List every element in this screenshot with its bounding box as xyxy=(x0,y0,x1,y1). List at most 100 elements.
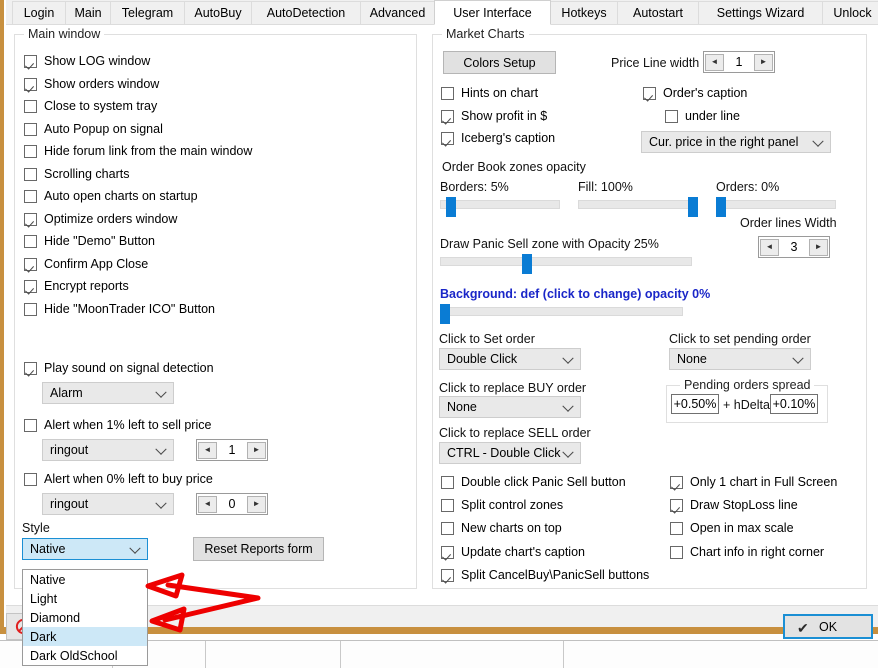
checkbox-orders-caption[interactable]: Order's caption xyxy=(643,85,747,102)
tab-login[interactable]: Login xyxy=(12,1,66,24)
slider-thumb[interactable] xyxy=(716,197,726,217)
style-option-label: Native xyxy=(30,572,66,587)
checkbox-hints-on-chart[interactable]: Hints on chart xyxy=(441,85,538,102)
tab-hotkeys[interactable]: Hotkeys xyxy=(550,1,618,24)
background-opacity-link[interactable]: Background: def (click to change) opacit… xyxy=(440,287,710,301)
slider-fill-opacity[interactable] xyxy=(578,197,698,217)
slider-orders-opacity[interactable] xyxy=(716,197,836,217)
checkbox-chart-info-in-right-corner[interactable]: Chart info in right corner xyxy=(670,544,824,561)
spinner-order-lines-width[interactable]: ◄ 3 ► xyxy=(758,236,830,258)
checkbox-box xyxy=(441,522,454,536)
spinner-decrement-button[interactable]: ◄ xyxy=(705,53,724,71)
style-option-label: Light xyxy=(30,591,58,606)
checkbox-label: Iceberg's caption xyxy=(461,131,556,145)
checkbox-show-log-window[interactable]: Show LOG window xyxy=(24,53,150,70)
checkbox-label: Show LOG window xyxy=(44,54,151,68)
tab-settings-wizard[interactable]: Settings Wizard xyxy=(698,1,823,24)
checkbox-box xyxy=(24,419,37,432)
checkbox-alert-1pct-left-to-sell-price[interactable]: Alert when 1% left to sell price xyxy=(24,417,211,434)
tab-advanced[interactable]: Advanced xyxy=(360,1,435,24)
tab-autodetection[interactable]: AutoDetection xyxy=(251,1,361,24)
click-pending-order-select[interactable]: None xyxy=(669,348,811,370)
slider-thumb[interactable] xyxy=(446,197,456,217)
tab-main[interactable]: Main xyxy=(65,1,111,24)
style-option-diamond[interactable]: Diamond xyxy=(23,608,147,627)
checkbox-auto-popup-on-signal[interactable]: Auto Popup on signal xyxy=(24,121,163,138)
checkbox-double-click-panic-sell-button[interactable]: Double click Panic Sell button xyxy=(441,474,626,491)
checkbox-split-cancelbuy-panicsell-buttons[interactable]: Split CancelBuy\PanicSell buttons xyxy=(441,567,649,584)
tab-user-interface[interactable]: User Interface xyxy=(434,0,551,25)
spinner-decrement-button[interactable]: ◄ xyxy=(760,238,779,256)
pending-spread-first-input[interactable]: +0.50% xyxy=(671,394,719,414)
checkbox-label: Hide "Demo" Button xyxy=(44,234,156,248)
checkbox-optimize-orders-window[interactable]: Optimize orders window xyxy=(24,211,177,228)
tab-autobuy[interactable]: AutoBuy xyxy=(184,1,252,24)
style-option-dark-oldschool[interactable]: Dark OldSchool xyxy=(23,646,147,665)
price-panel-select[interactable]: Cur. price in the right panel xyxy=(641,131,831,153)
colors-setup-button[interactable]: Colors Setup xyxy=(443,51,556,74)
sound-select-buy-alert[interactable]: ringout xyxy=(42,493,174,515)
spinner-price-line-width[interactable]: ◄ 1 ► xyxy=(703,51,775,73)
checkbox-scrolling-charts[interactable]: Scrolling charts xyxy=(24,166,129,183)
checkbox-update-chart-s-caption[interactable]: Update chart's caption xyxy=(441,544,585,561)
checkbox-close-to-system-tray[interactable]: Close to system tray xyxy=(24,98,157,115)
checkbox-new-charts-on-top[interactable]: New charts on top xyxy=(441,520,562,537)
slider-track xyxy=(716,200,836,209)
checkbox-label: Order's caption xyxy=(663,86,748,100)
slider-background-opacity[interactable] xyxy=(440,304,683,324)
sound-select-sell-alert[interactable]: ringout xyxy=(42,439,174,461)
sound-select-sell-alert-value: ringout xyxy=(50,443,89,457)
slider-panic-sell-opacity[interactable] xyxy=(440,254,692,274)
spinner-decrement-button[interactable]: ◄ xyxy=(198,495,217,513)
slider-track xyxy=(440,257,692,266)
slider-thumb[interactable] xyxy=(688,197,698,217)
slider-thumb[interactable] xyxy=(522,254,532,274)
spinner-increment-button[interactable]: ► xyxy=(247,441,266,459)
click-to-set-order-select[interactable]: Double Click xyxy=(439,348,581,370)
pending-spread-second-input[interactable]: +0.10% xyxy=(770,394,818,414)
spinner-decrement-button[interactable]: ◄ xyxy=(198,441,217,459)
checkbox-alert-0pct-left-to-buy-price[interactable]: Alert when 0% left to buy price xyxy=(24,471,213,488)
checkbox-play-sound-on-signal-detection[interactable]: Play sound on signal detection xyxy=(24,360,214,377)
checkbox-hide-forum-link-from-the-main-window[interactable]: Hide forum link from the main window xyxy=(24,143,252,160)
checkbox-iceberg-s-caption[interactable]: Iceberg's caption xyxy=(441,130,555,147)
checkbox-split-control-zones[interactable]: Split control zones xyxy=(441,497,563,514)
checkbox-confirm-app-close[interactable]: Confirm App Close xyxy=(24,256,148,273)
checkbox-open-in-max-scale[interactable]: Open in max scale xyxy=(670,520,794,537)
tab-telegram[interactable]: Telegram xyxy=(110,1,185,24)
style-label: Style xyxy=(22,521,50,535)
checkbox-only-1-chart-in-full-screen[interactable]: Only 1 chart in Full Screen xyxy=(670,474,837,491)
checkbox-hide-demo-button[interactable]: Hide "Demo" Button xyxy=(24,233,155,250)
checkbox-auto-open-charts-on-startup[interactable]: Auto open charts on startup xyxy=(24,188,198,205)
checkbox-show-orders-window[interactable]: Show orders window xyxy=(24,76,159,93)
style-option-light[interactable]: Light xyxy=(23,589,147,608)
reset-reports-form-button[interactable]: Reset Reports form xyxy=(193,537,324,561)
style-option-dark[interactable]: Dark xyxy=(23,627,147,646)
checkbox-under-line[interactable]: under line xyxy=(665,108,740,125)
checkbox-box xyxy=(24,145,37,158)
sound-select-signal[interactable]: Alarm xyxy=(42,382,174,404)
ok-button[interactable]: ✔ OK xyxy=(783,614,873,639)
slider-thumb[interactable] xyxy=(440,304,450,324)
slider-borders-opacity[interactable] xyxy=(440,197,560,217)
click-pending-order-label: Click to set pending order xyxy=(669,332,811,346)
style-option-native[interactable]: Native xyxy=(23,570,147,589)
checkbox-hide-moontrader-ico-button[interactable]: Hide "MoonTrader ICO" Button xyxy=(24,301,215,318)
click-replace-buy-select[interactable]: None xyxy=(439,396,581,418)
style-select-value: Native xyxy=(30,542,66,556)
style-dropdown-list[interactable]: Native Light Diamond Dark Dark OldSchool xyxy=(22,569,148,666)
spinner-increment-button[interactable]: ► xyxy=(809,238,828,256)
checkbox-box xyxy=(441,476,454,489)
click-replace-sell-select[interactable]: CTRL - Double Click xyxy=(439,442,581,464)
spinner-increment-button[interactable]: ► xyxy=(247,495,266,513)
spinner-sell-alert-percent[interactable]: ◄ 1 ► xyxy=(196,439,268,461)
tab-unlock[interactable]: Unlock xyxy=(822,1,878,24)
style-select[interactable]: Native xyxy=(22,538,148,560)
checkbox-encrypt-reports[interactable]: Encrypt reports xyxy=(24,278,129,295)
checkbox-show-profit-in[interactable]: Show profit in $ xyxy=(441,108,547,125)
spinner-buy-alert-percent[interactable]: ◄ 0 ► xyxy=(196,493,268,515)
tab-autostart[interactable]: Autostart xyxy=(617,1,699,24)
spinner-increment-button[interactable]: ► xyxy=(754,53,773,71)
checkbox-draw-stoploss-line[interactable]: Draw StopLoss line xyxy=(670,497,798,514)
price-line-width-label: Price Line width xyxy=(611,56,700,70)
